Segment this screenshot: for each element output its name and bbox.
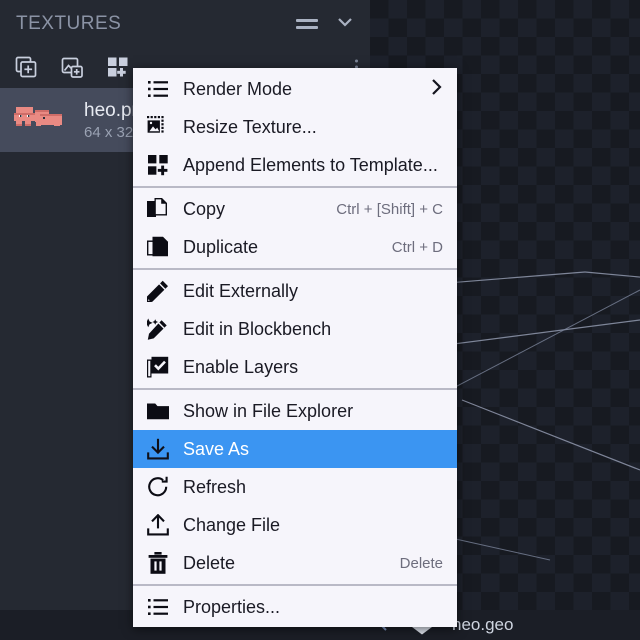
upload-icon [145, 513, 171, 537]
menu-item-duplicate[interactable]: Duplicate Ctrl + D [133, 228, 457, 266]
menu-item-enable-layers[interactable]: Enable Layers [133, 348, 457, 386]
panel-header: TEXTURES [0, 0, 370, 48]
context-menu[interactable]: Render Mode Resize Texture... Append Ele… [133, 68, 457, 627]
append-template-icon[interactable] [106, 55, 130, 79]
menu-item-copy[interactable]: Copy Ctrl + [Shift] + C [133, 190, 457, 228]
menu-item-label: Enable Layers [183, 356, 299, 377]
menu-item-label: Edit in Blockbench [183, 318, 332, 339]
menu-separator [133, 388, 457, 390]
refresh-icon [145, 475, 171, 499]
menu-item-resize-texture[interactable]: Resize Texture... [133, 108, 457, 146]
trash-icon [145, 551, 171, 575]
menu-separator [133, 268, 457, 270]
menu-item-label: Delete [183, 552, 236, 573]
resize-image-icon [145, 115, 171, 139]
drag-handle-icon[interactable] [296, 19, 318, 29]
menu-item-label: Edit Externally [183, 280, 299, 301]
menu-item-append-elements-to-template[interactable]: Append Elements to Template... [133, 146, 457, 184]
copy-icon [145, 197, 171, 221]
add-texture-icon[interactable] [14, 55, 38, 79]
list-icon [145, 595, 171, 619]
menu-item-label: Append Elements to Template... [183, 154, 438, 175]
menu-item-label: Show in File Explorer [183, 400, 354, 421]
layers-check-icon [145, 355, 171, 379]
menu-item-label: Save As [183, 438, 250, 459]
list-icon [145, 77, 171, 101]
menu-item-edit-externally[interactable]: Edit Externally [133, 272, 457, 310]
append-elements-icon [145, 153, 171, 177]
menu-item-properties[interactable]: Properties... [133, 588, 457, 626]
menu-item-delete[interactable]: Delete Delete [133, 544, 457, 582]
menu-item-label: Copy [183, 198, 226, 219]
menu-separator [133, 584, 457, 586]
status-filename: heo.geo [452, 615, 514, 634]
chevron-down-icon[interactable] [336, 16, 354, 32]
menu-item-label: Change File [183, 514, 281, 535]
magic-pencil-icon [145, 317, 171, 341]
duplicate-icon [145, 235, 171, 259]
folder-icon [145, 399, 171, 423]
menu-item-label: Duplicate [183, 236, 259, 257]
menu-item-shortcut: Ctrl + [Shift] + C [336, 200, 443, 218]
menu-item-label: Resize Texture... [183, 116, 317, 137]
menu-item-render-mode[interactable]: Render Mode [133, 70, 457, 108]
save-download-icon [145, 437, 171, 461]
page-title: TEXTURES [16, 13, 122, 34]
menu-item-refresh[interactable]: Refresh [133, 468, 457, 506]
menu-item-label: Properties... [183, 596, 281, 617]
create-texture-icon[interactable] [60, 55, 84, 79]
menu-item-edit-in-blockbench[interactable]: Edit in Blockbench [133, 310, 457, 348]
panel-header-icons [296, 16, 354, 32]
menu-item-shortcut: Delete [399, 554, 443, 572]
menu-separator [133, 186, 457, 188]
pencil-icon [145, 279, 171, 303]
chevron-right-icon [430, 78, 443, 101]
menu-item-label: Refresh [183, 476, 247, 497]
texture-thumbnail [10, 104, 74, 136]
menu-item-show-in-file-explorer[interactable]: Show in File Explorer [133, 392, 457, 430]
menu-item-save-as[interactable]: Save As [133, 430, 457, 468]
menu-item-label: Render Mode [183, 78, 293, 99]
menu-item-change-file[interactable]: Change File [133, 506, 457, 544]
menu-item-shortcut: Ctrl + D [391, 238, 443, 256]
